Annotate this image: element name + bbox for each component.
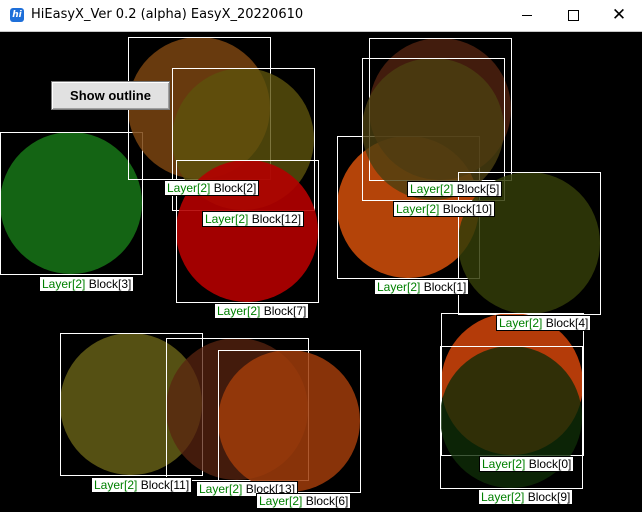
block-layer-text: Layer[2] (167, 181, 211, 195)
block-name-text: Block[0] (528, 457, 572, 471)
block-label: Layer[2] Block[11] (91, 477, 193, 493)
block-label: Layer[2] Block[10] (393, 201, 496, 217)
block-name-text: Block[11] (140, 478, 190, 492)
block-label: Layer[2] Block[4] (496, 315, 592, 331)
maximize-icon (567, 10, 579, 21)
window-title: HiEasyX_Ver 0.2 (alpha) EasyX_20220610 (31, 7, 304, 22)
block-layer-text: Layer[2] (499, 316, 543, 330)
block-label: Layer[2] Block[12] (202, 211, 305, 227)
block-layer-text: Layer[2] (94, 478, 138, 492)
block-layer-text: Layer[2] (481, 490, 525, 504)
block-label: Layer[2] Block[2] (164, 180, 260, 196)
block-name-text: Block[10] (442, 202, 493, 216)
block-name-text: Block[9] (527, 490, 571, 504)
maximize-button[interactable] (550, 0, 596, 31)
block-name-text: Block[3] (88, 277, 132, 291)
block-layer-text: Layer[2] (396, 202, 440, 216)
block-label: Layer[2] Block[1] (374, 279, 470, 295)
block-label: Layer[2] Block[5] (407, 181, 503, 197)
block-name-text: Block[7] (263, 304, 307, 318)
minimize-icon (522, 15, 532, 16)
title-bar[interactable]: hi HiEasyX_Ver 0.2 (alpha) EasyX_2022061… (0, 0, 642, 32)
block-layer-text: Layer[2] (410, 182, 454, 196)
block-label: Layer[2] Block[6] (256, 493, 352, 509)
block-layer-text: Layer[2] (482, 457, 526, 471)
block-name-text: Block[12] (251, 212, 302, 226)
block-label: Layer[2] Block[0] (479, 456, 575, 472)
app-window: hi HiEasyX_Ver 0.2 (alpha) EasyX_2022061… (0, 0, 642, 512)
block-name-text: Block[2] (213, 181, 257, 195)
block-name-text: Block[1] (423, 280, 467, 294)
block-layer-text: Layer[2] (259, 494, 303, 508)
drawing-canvas[interactable]: Layer[2] Block[3] Layer[2] Block[2] Layer[… (0, 31, 642, 512)
block-name-text: Block[5] (456, 182, 500, 196)
block-name-text: Block[4] (545, 316, 589, 330)
block-label: Layer[2] Block[3] (39, 276, 135, 292)
minimize-button[interactable] (504, 0, 550, 31)
block-label: Layer[2] Block[9] (478, 489, 574, 505)
block-layer-text: Layer[2] (199, 482, 243, 496)
show-outline-button[interactable]: Show outline (51, 81, 170, 110)
block-layer-text: Layer[2] (377, 280, 421, 294)
block-label: Layer[2] Block[7] (214, 303, 310, 319)
block-layer-text: Layer[2] (42, 277, 86, 291)
block-layer-text: Layer[2] (217, 304, 261, 318)
close-icon: ✕ (611, 5, 627, 25)
app-icon: hi (10, 8, 24, 22)
block-name-text: Block[6] (305, 494, 349, 508)
close-button[interactable]: ✕ (596, 0, 642, 31)
block-layer-text: Layer[2] (205, 212, 249, 226)
